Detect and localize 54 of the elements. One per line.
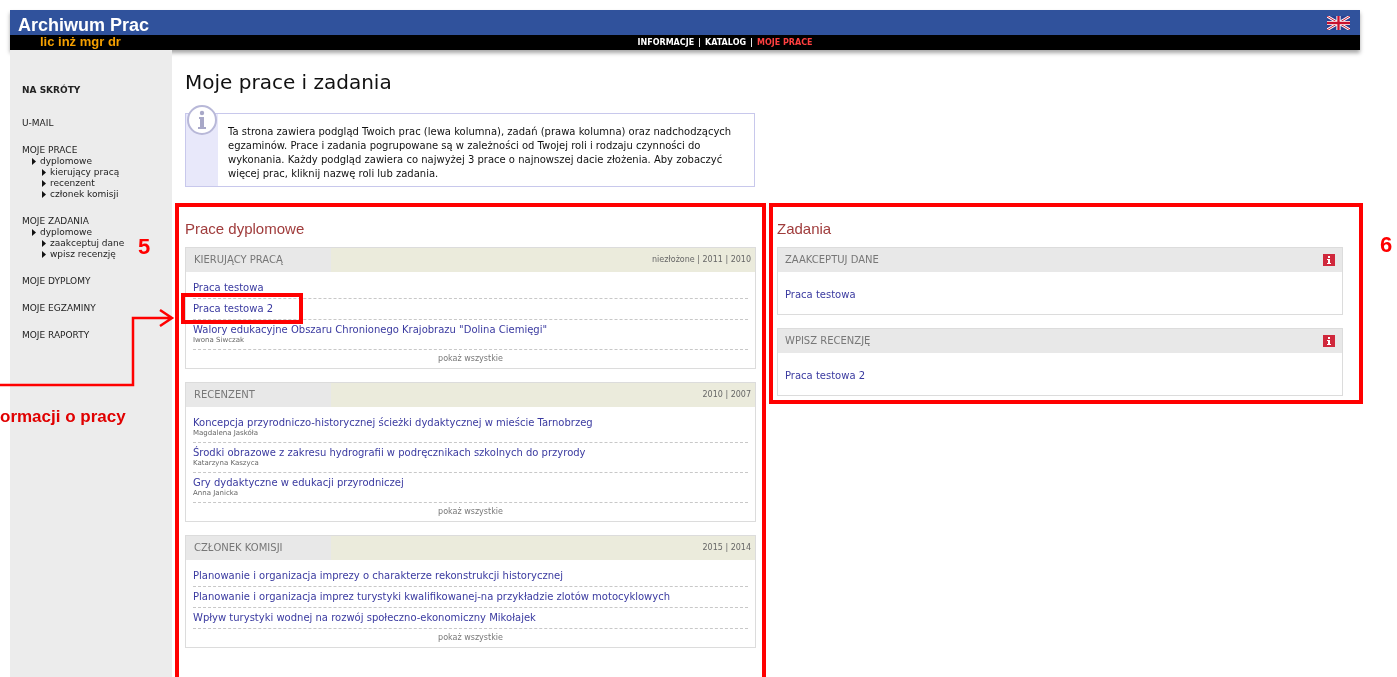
sidebar-link[interactable]: dyplomowe [40, 156, 92, 167]
annotation-text: ormacji o pracy [0, 406, 126, 428]
site-title[interactable]: Archiwum Prac [18, 16, 150, 34]
nav-separator: | [698, 36, 701, 49]
task-heading[interactable]: WPISZ RECENZJĘ [785, 333, 871, 348]
sidebar-link[interactable]: członek komisji [50, 189, 119, 200]
sidebar-heading: NA SKRÓTY [22, 85, 81, 95]
sidebar-link[interactable]: dyplomowe [40, 227, 92, 238]
nav-separator: | [750, 36, 753, 49]
nav-link[interactable]: INFORMACJE [637, 36, 695, 49]
site-subtitle: lic inż mgr dr [40, 35, 121, 49]
sidebar-link[interactable]: kierujący pracą [50, 167, 120, 178]
thesis-link[interactable]: Praca testowa 2 [193, 301, 748, 315]
group-heading[interactable]: KIERUJĄCY PRACĄ [186, 247, 331, 272]
thesis-link[interactable]: Walory edukacyjne Obszaru Chronionego Krajobrazu "Dolina Ciemięgi" [193, 322, 748, 336]
info-text: Ta strona zawiera podgląd Twoich prac (lewa kolumna), zadań (prawa kolumna) oraz nadchodzących egzaminów. Prace i zadania pogrupowane są w zależności od Twojej roli i rodzaju czynności do wykonania. Każdy podgląd zawiera co najwyżej 3 prace o najnowszej dacie złożenia. Aby zobaczyć więcej prac, kliknij nazwę roli lub zadania. [227, 125, 733, 181]
info-icon[interactable] [1323, 334, 1335, 347]
thesis-link[interactable]: Praca testowa [193, 280, 748, 294]
thesis-link[interactable]: Gry dydaktyczne w edukacji przyrodniczej [193, 475, 748, 489]
thesis-link[interactable]: Koncepcja przyrodniczo-historycznej ścieżki dydaktycznej w mieście Tarnobrzeg [193, 415, 748, 429]
sidebar-link[interactable]: U-MAIL [22, 118, 54, 129]
sidebar-link[interactable]: wpisz recenzję [50, 249, 116, 260]
thesis-link[interactable]: Praca testowa [785, 288, 856, 300]
year-filters[interactable]: 2010 | 2007 [702, 388, 751, 401]
column-title: Prace dyplomowe [185, 219, 306, 239]
sidebar-link[interactable]: zaakceptuj dane [50, 238, 125, 249]
flag-icon[interactable] [1327, 16, 1350, 30]
show-all-link[interactable]: pokaż wszystkie [438, 352, 503, 365]
page-title: Moje prace i zadania [185, 70, 393, 94]
show-all-link[interactable]: pokaż wszystkie [438, 505, 503, 518]
group-heading[interactable]: CZŁONEK KOMISJI [186, 535, 331, 560]
sidebar-link[interactable]: MOJE DYPLOMY [22, 276, 91, 287]
year-filters[interactable]: 2015 | 2014 [702, 541, 751, 554]
sidebar-link[interactable]: MOJE PRACE [22, 145, 78, 156]
annotation-number: 6 [1380, 231, 1393, 259]
nav-link[interactable]: MOJE PRACE [756, 36, 813, 49]
group-heading[interactable]: RECENZENT [186, 382, 331, 407]
thesis-link[interactable]: Wpływ turystyki wodnej na rozwój społeczno-ekonomiczny Mikołajek [193, 610, 748, 624]
nav-link[interactable]: KATALOG [705, 36, 746, 49]
show-all-link[interactable]: pokaż wszystkie [438, 631, 503, 644]
year-filters[interactable]: niezłożone | 2011 | 2010 [652, 253, 751, 266]
info-icon[interactable] [1323, 253, 1335, 266]
sidebar-link[interactable]: recenzent [50, 178, 95, 189]
thesis-link[interactable]: Planowanie i organizacja imprezy o charakterze rekonstrukcji historycznej [193, 568, 748, 582]
column-title: Zadania [777, 219, 833, 239]
sidebar-link[interactable]: MOJE RAPORTY [22, 330, 90, 341]
sidebar-link[interactable]: MOJE EGZAMINY [22, 303, 96, 314]
thesis-link[interactable]: Środki obrazowe z zakresu hydrografii w podręcznikach szkolnych do przyrody [193, 445, 748, 459]
task-heading[interactable]: ZAAKCEPTUJ DANE [785, 252, 879, 267]
annotation-number: 5 [138, 233, 151, 261]
thesis-link[interactable]: Planowanie i organizacja imprez turystyki kwalifikowanej-na przykładzie zlotów motocyklowych [193, 589, 748, 603]
info-icon [186, 104, 218, 136]
thesis-link[interactable]: Praca testowa 2 [785, 369, 866, 381]
sidebar-link[interactable]: MOJE ZADANIA [22, 216, 89, 227]
